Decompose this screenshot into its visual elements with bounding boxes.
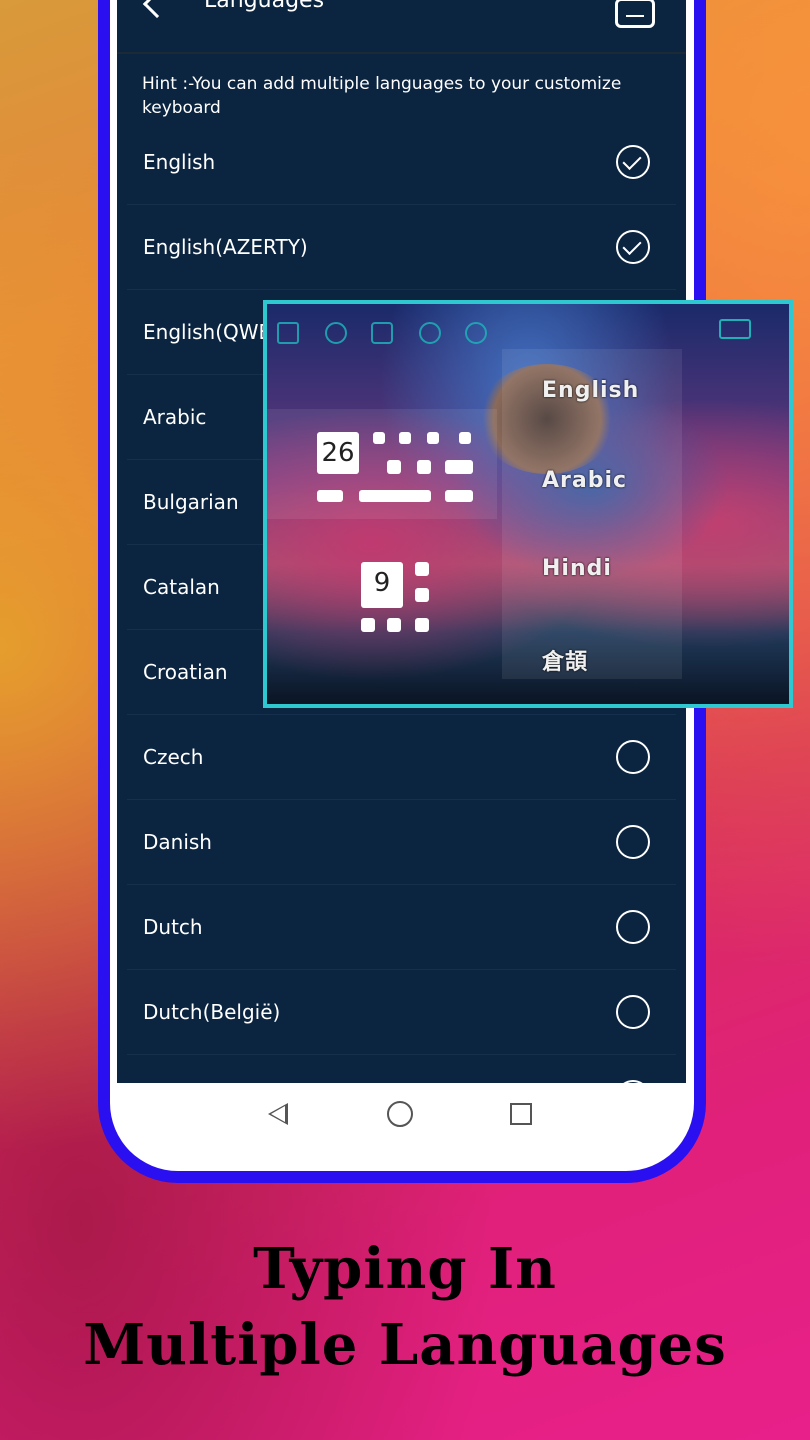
preview-lang-cangjie: 倉頡 [542, 650, 589, 675]
system-nav-bar [110, 1083, 694, 1171]
tagline-line2: Multiple Languages [83, 1312, 727, 1378]
language-name: Danish [143, 830, 212, 854]
preview-lang-hindi: Hindi [542, 556, 612, 581]
app-header: Languages [117, 0, 686, 54]
hint-text: Hint :-You can add multiple languages to… [142, 74, 622, 118]
unchecked-circle-icon[interactable] [616, 910, 650, 944]
language-name: Bulgarian [143, 490, 239, 514]
emoji-icon [325, 322, 347, 344]
menu-icon[interactable] [615, 0, 655, 28]
checked-circle-icon[interactable] [616, 145, 650, 179]
language-row[interactable]: Dutch(België) [127, 970, 676, 1055]
language-row[interactable]: Czech [127, 715, 676, 800]
language-name: Dutch(België) [143, 1000, 281, 1024]
preview-lang-english: English [542, 378, 640, 403]
language-name: Dutch [143, 915, 203, 939]
keyboard-preview: 26 9 English Arabic Hindi 倉頡 [263, 300, 793, 708]
language-name: Catalan [143, 575, 220, 599]
unchecked-circle-icon[interactable] [616, 995, 650, 1029]
nav-recents-icon[interactable] [510, 1103, 532, 1125]
checked-circle-icon[interactable] [616, 230, 650, 264]
nav-back-icon[interactable] [268, 1103, 288, 1125]
language-name: English(AZERTY) [143, 235, 308, 259]
language-row[interactable]: Dutch [127, 885, 676, 970]
language-row[interactable]: English [127, 120, 676, 205]
unchecked-circle-icon[interactable] [616, 740, 650, 774]
language-row[interactable]: Danish [127, 800, 676, 885]
numbers-layout-key: 9 [361, 562, 403, 608]
page-title: Languages [204, 0, 325, 13]
language-name: Arabic [143, 405, 207, 429]
nav-home-icon[interactable] [387, 1101, 413, 1127]
globe-icon [419, 322, 441, 344]
letters-layout-key: 26 [317, 432, 359, 474]
language-row[interactable]: English(AZERTY) [127, 205, 676, 290]
settings-icon [465, 322, 487, 344]
language-name: English [143, 150, 216, 174]
language-name: Croatian [143, 660, 228, 684]
apps-icon [277, 322, 299, 344]
keyboard-icon [719, 319, 751, 339]
tagline-line1: Typing In [253, 1236, 557, 1302]
back-arrow-icon[interactable] [142, 0, 172, 19]
theme-shirt-icon [371, 322, 393, 344]
preview-lang-arabic: Arabic [542, 468, 628, 493]
language-row-partial[interactable] [127, 1055, 676, 1083]
unchecked-circle-icon[interactable] [616, 825, 650, 859]
language-name: Czech [143, 745, 204, 769]
